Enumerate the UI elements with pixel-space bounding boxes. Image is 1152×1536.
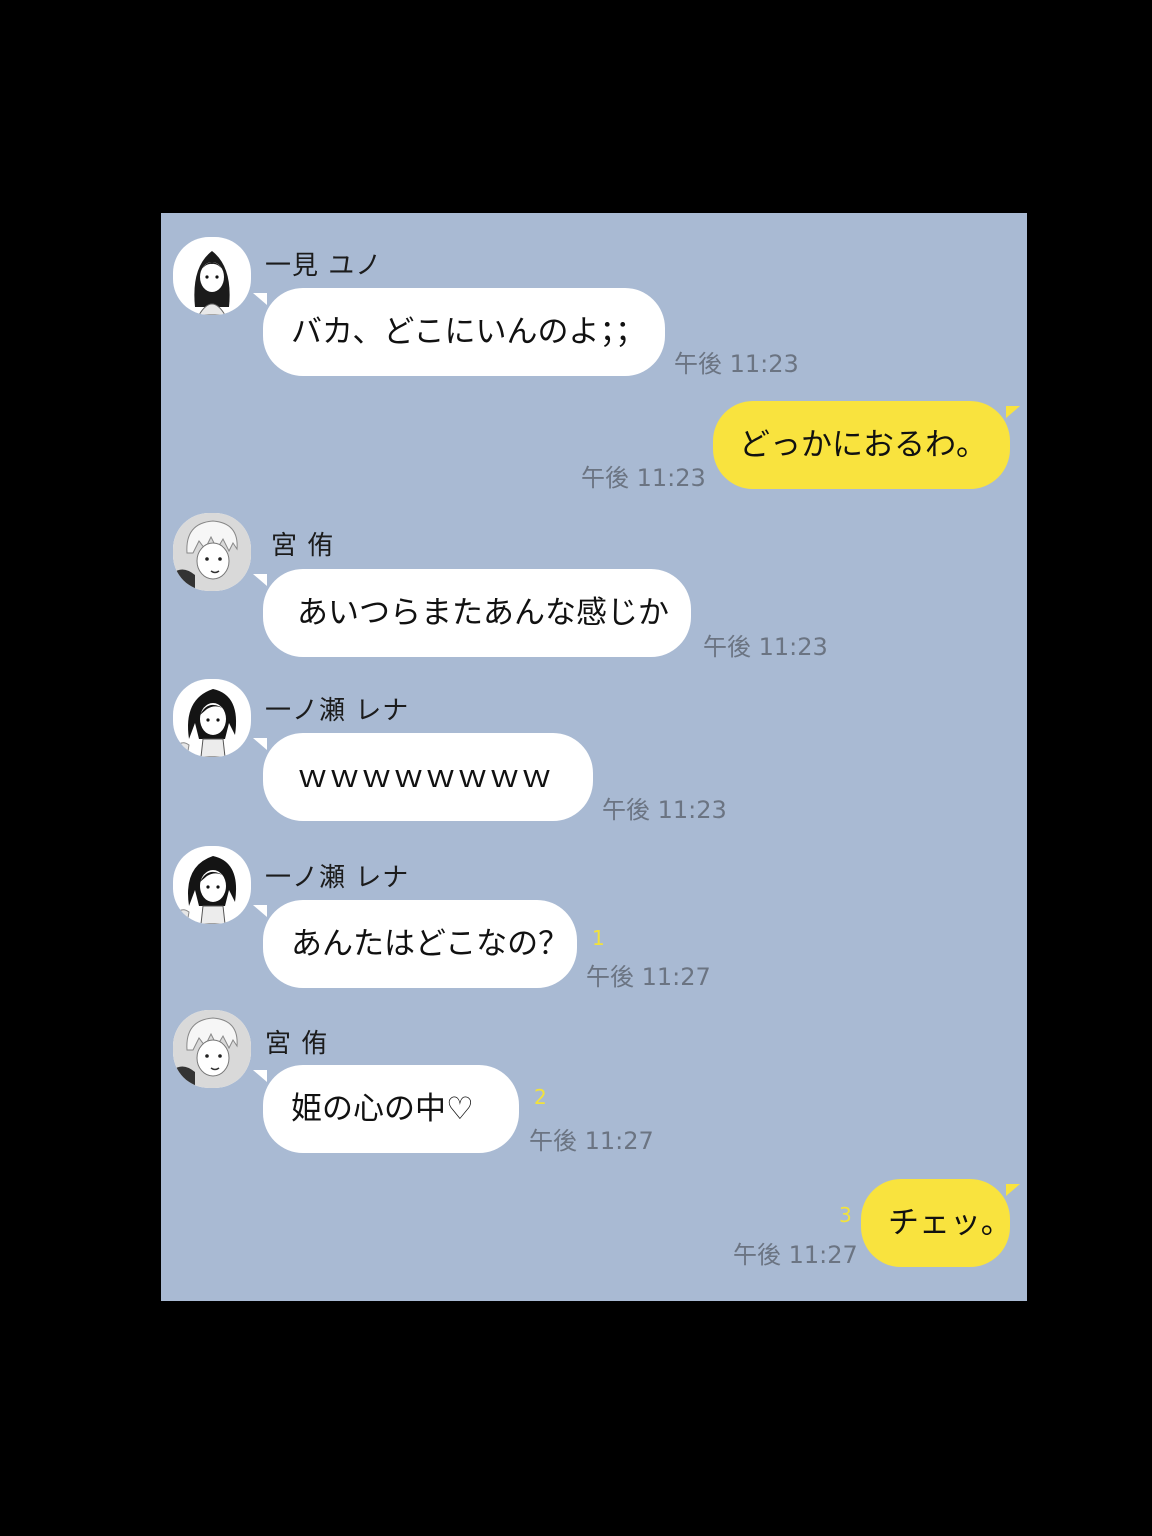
message-bubble[interactable]: チェッ。 [861, 1179, 1012, 1267]
bubble-tail [253, 574, 267, 586]
message-bubble[interactable]: 姫の心の中♡ [263, 1065, 519, 1153]
read-count: 3 [839, 1203, 852, 1227]
avatar[interactable] [173, 1010, 251, 1088]
read-count: 2 [534, 1085, 547, 1109]
message-time: 午後 11:23 [581, 464, 706, 492]
avatar[interactable] [173, 846, 251, 924]
message-time: 午後 11:23 [703, 633, 828, 661]
sender-name: 宮 侑 [265, 1029, 329, 1059]
bubble-tail [253, 293, 267, 305]
dark-hair-girl-icon [174, 856, 237, 924]
blond-boy-icon [173, 513, 251, 591]
bubble-tail [253, 905, 267, 917]
message-time: 午後 11:23 [602, 796, 727, 824]
message-time: 午後 11:27 [733, 1241, 858, 1269]
sender-name: 一ノ瀬 レナ [265, 863, 410, 893]
message-bubble[interactable]: バカ、どこにいんのよ；； [263, 288, 665, 376]
chat-area[interactable]: 一見 ユノ バカ、どこにいんのよ；； 午後 11:23 午後 11:23 どっか… [161, 213, 1027, 1301]
avatar[interactable] [173, 237, 251, 315]
message-bubble[interactable]: あんたはどこなの？ [263, 900, 577, 988]
dark-hair-girl-icon [174, 689, 237, 757]
bubble-tail [253, 1070, 267, 1082]
sender-name: 一見 ユノ [265, 251, 383, 281]
message-time: 午後 11:23 [674, 350, 799, 378]
read-count: 1 [592, 926, 605, 950]
message-bubble[interactable]: どっかにおるわ。 [713, 401, 1010, 489]
girl-long-hair-icon [194, 251, 230, 315]
message-time: 午後 11:27 [586, 963, 711, 991]
bubble-tail [253, 738, 267, 750]
sender-name: 一ノ瀬 レナ [265, 696, 410, 726]
blond-boy-icon [173, 1010, 251, 1088]
message-time: 午後 11:27 [529, 1127, 654, 1155]
bubble-tail [1006, 1184, 1020, 1196]
message-bubble[interactable]: ｗｗｗｗｗｗｗｗ [263, 733, 593, 821]
message-bubble[interactable]: あいつらまたあんな感じか [263, 569, 691, 657]
sender-name: 宮 侑 [271, 531, 335, 561]
avatar[interactable] [173, 513, 251, 591]
bubble-tail [1006, 406, 1020, 418]
avatar[interactable] [173, 679, 251, 757]
